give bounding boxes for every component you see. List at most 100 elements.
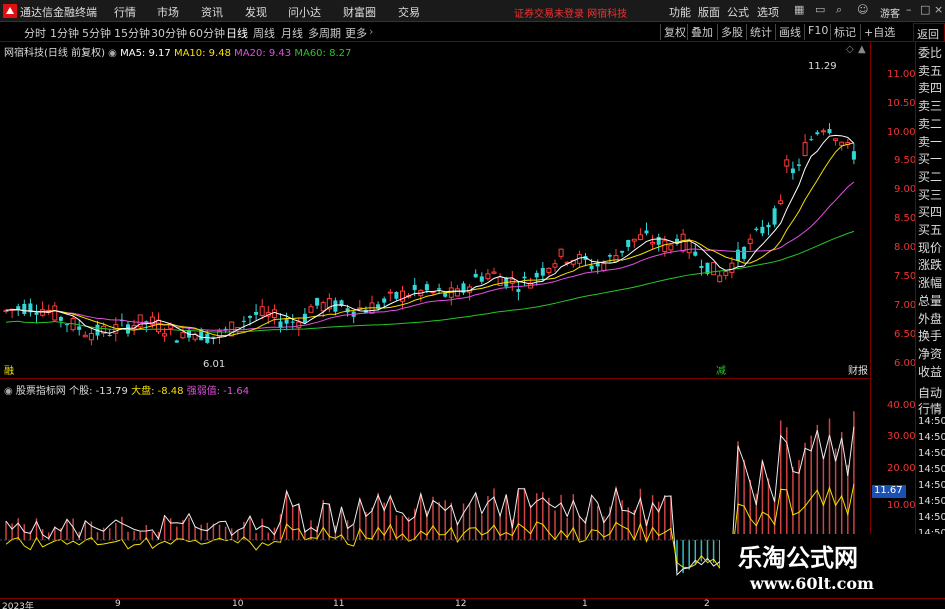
indicator-name[interactable]: 股票指标网 [16, 386, 66, 397]
ma60-line [5, 230, 855, 333]
maximize-icon[interactable]: □ [920, 3, 930, 16]
candle-body [601, 263, 607, 271]
settings-dot-icon[interactable]: ◉ [108, 48, 117, 59]
candle-body [34, 312, 39, 315]
watermark-title: 乐淘公式网 [738, 543, 858, 572]
candle-body [650, 241, 656, 245]
draw-button[interactable]: 画线 [775, 24, 804, 40]
side-label: 卖三 [918, 99, 943, 114]
candle-body [88, 333, 94, 341]
overlay-button[interactable]: 叠加 [687, 24, 716, 40]
side-label: 涨幅 [918, 276, 943, 291]
period-intraday[interactable]: 分时 [24, 25, 46, 41]
candle-body [52, 305, 58, 321]
login-notice[interactable]: 证券交易未登录 网宿科技 [514, 5, 627, 20]
candle-body [833, 138, 839, 141]
candle-body [747, 238, 753, 245]
side-label: 买二 [918, 169, 943, 184]
period-5min[interactable]: 5分钟 [82, 25, 111, 41]
candle-body [77, 326, 82, 330]
period-60min[interactable]: 60分钟 [189, 25, 225, 41]
candle-body [839, 141, 845, 146]
period-1min[interactable]: 1分钟 [50, 25, 79, 41]
event-marker: 融 [4, 365, 14, 377]
period-multi[interactable]: 多周期 [308, 25, 341, 41]
candle-body [668, 244, 674, 251]
candle-body [693, 251, 698, 256]
candle-body [424, 284, 429, 291]
menu-wealth[interactable]: 财富圈 [343, 4, 376, 20]
side-label: 现价 [918, 240, 943, 255]
date-label: 1 [582, 599, 588, 609]
side-label: 涨跌 [918, 258, 943, 273]
f10-button[interactable]: F10 [804, 24, 831, 40]
candle-body [815, 132, 820, 135]
menu-discover[interactable]: 发现 [245, 4, 267, 20]
ma10-label: MA10: 9.48 [173, 48, 231, 59]
menu-trade[interactable]: 交易 [398, 4, 420, 20]
pane-diamond-icon[interactable]: ◇ [846, 44, 854, 55]
candle-body [174, 340, 179, 343]
candle-body [454, 288, 460, 297]
price-tick: 11.00 [887, 69, 916, 80]
candle-body [790, 168, 795, 174]
period-daily[interactable]: 日线 [226, 25, 248, 41]
stock-title[interactable]: 网宿科技(日线 前复权) [4, 48, 105, 59]
side-time-label: 14:50 [918, 464, 945, 475]
stats-button[interactable]: 统计 [746, 24, 775, 40]
mark-button[interactable]: 标记 [830, 24, 859, 40]
candle-body [387, 291, 393, 294]
candle-body [851, 151, 856, 160]
side-time-label: 14:50 [918, 480, 945, 491]
search-icon[interactable]: ⌕ [836, 3, 842, 17]
candle-body [180, 332, 186, 339]
menu-options[interactable]: 选项 [757, 4, 779, 20]
period-15min[interactable]: 15分钟 [114, 25, 150, 41]
user-icon[interactable]: ☺ [857, 3, 868, 16]
settings-dot-icon[interactable]: ◉ [4, 386, 13, 397]
period-monthly[interactable]: 月线 [281, 25, 303, 41]
app-logo-icon [3, 4, 17, 18]
add-watchlist-button[interactable]: +自选 [860, 24, 898, 40]
menu-news[interactable]: 资讯 [201, 4, 223, 20]
price-tick: 7.50 [894, 271, 917, 282]
adjust-button[interactable]: 复权 [660, 24, 689, 40]
multi-stock-button[interactable]: 多股 [717, 24, 746, 40]
close-icon[interactable]: × [934, 3, 943, 16]
period-more[interactable]: 更多 [345, 25, 367, 41]
candle-body [772, 208, 777, 225]
indicator-legend: ◉ 股票指标网 个股: -13.79 大盘: -8.48 强弱值: -1.64 [4, 382, 249, 397]
indicator-strength: 强弱值: -1.64 [186, 386, 250, 397]
candle-body [534, 272, 539, 278]
period-toolbar: 分时 1分钟 5分钟 15分钟 30分钟 60分钟 日线 周线 月线 多周期 更… [0, 23, 945, 42]
indicator-current-value: 11.67 [872, 485, 906, 498]
event-marker: 财报 [848, 364, 868, 377]
ma-legend: 网宿科技(日线 前复权) ◉ MA5: 9.17 MA10: 9.48 MA20… [4, 44, 351, 59]
candle-body [308, 306, 314, 313]
side-time-label: 自动 [918, 386, 943, 400]
watermark-url: www.60lt.com [750, 574, 874, 593]
candle-body [394, 292, 399, 299]
back-tab[interactable]: 返回 [913, 23, 945, 42]
menu-quotes[interactable]: 行情 [114, 4, 136, 20]
menu-function[interactable]: 功能 [669, 4, 691, 20]
event-marker: 减 [716, 365, 726, 377]
side-label: 委比 [918, 46, 943, 60]
candle-body [637, 234, 643, 240]
period-30min[interactable]: 30分钟 [151, 25, 187, 41]
pane-collapse-icon[interactable]: ▲ [858, 44, 866, 55]
candle-body [522, 276, 527, 279]
chevron-right-icon[interactable]: › [369, 25, 373, 38]
period-weekly[interactable]: 周线 [253, 25, 275, 41]
guest-label[interactable]: 游客 [880, 5, 900, 20]
price-axis: 11.00 10.50 10.00 9.50 9.00 8.50 8.00 7.… [870, 42, 917, 379]
minimize-icon[interactable]: – [906, 3, 912, 16]
screen-icon[interactable]: ▭ [815, 3, 825, 16]
candle-body [754, 228, 759, 230]
grid-icon[interactable]: ▦ [794, 3, 804, 16]
menu-layout[interactable]: 版面 [698, 4, 720, 20]
menu-market[interactable]: 市场 [157, 4, 179, 20]
candlestick-pane[interactable]: 11.29 6.01 融 减 财报 [0, 42, 870, 379]
menu-ask[interactable]: 问小达 [288, 4, 321, 20]
menu-formula[interactable]: 公式 [727, 4, 749, 20]
